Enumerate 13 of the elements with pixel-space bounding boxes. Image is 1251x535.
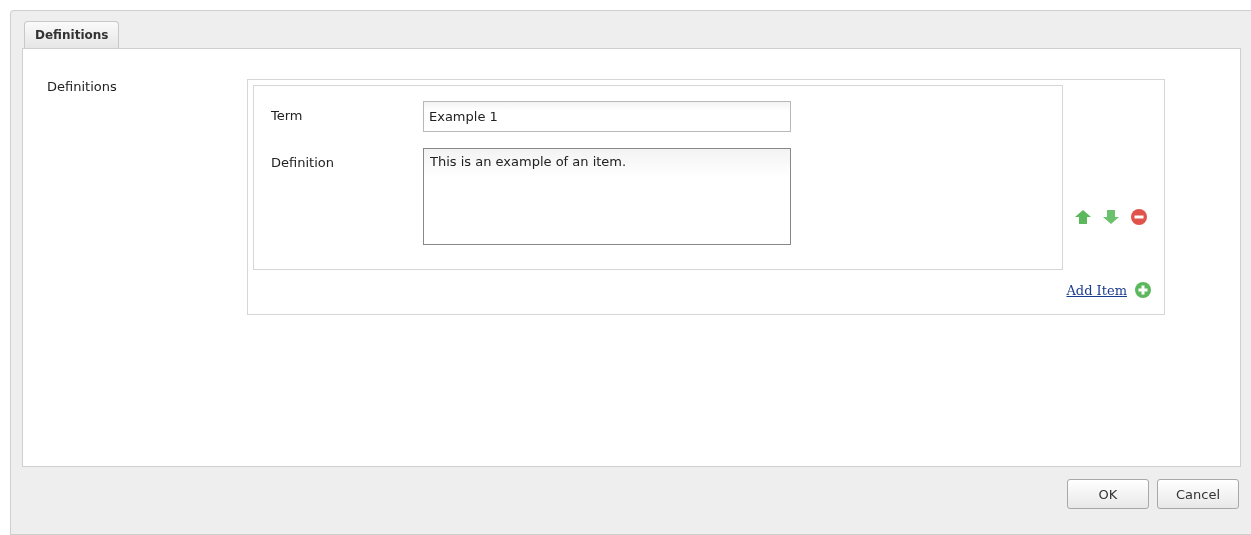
dialog-button[interactable]: Cancel (1157, 479, 1239, 509)
field-label: Definitions (47, 79, 117, 94)
move-down-icon[interactable] (1103, 209, 1119, 224)
definition-field[interactable]: This is an example of an item. (423, 148, 791, 245)
add-icon[interactable] (1135, 282, 1151, 298)
definition-label: Definition (271, 155, 334, 170)
term-label: Term (271, 108, 303, 123)
tab[interactable]: Definitions (24, 21, 120, 48)
move-up-icon[interactable] (1075, 209, 1091, 224)
add-item-link[interactable]: Add Item (1066, 282, 1127, 298)
remove-icon[interactable] (1131, 208, 1147, 225)
term-field[interactable]: Example 1 (423, 101, 791, 132)
dialog-button[interactable]: OK (1067, 479, 1149, 509)
